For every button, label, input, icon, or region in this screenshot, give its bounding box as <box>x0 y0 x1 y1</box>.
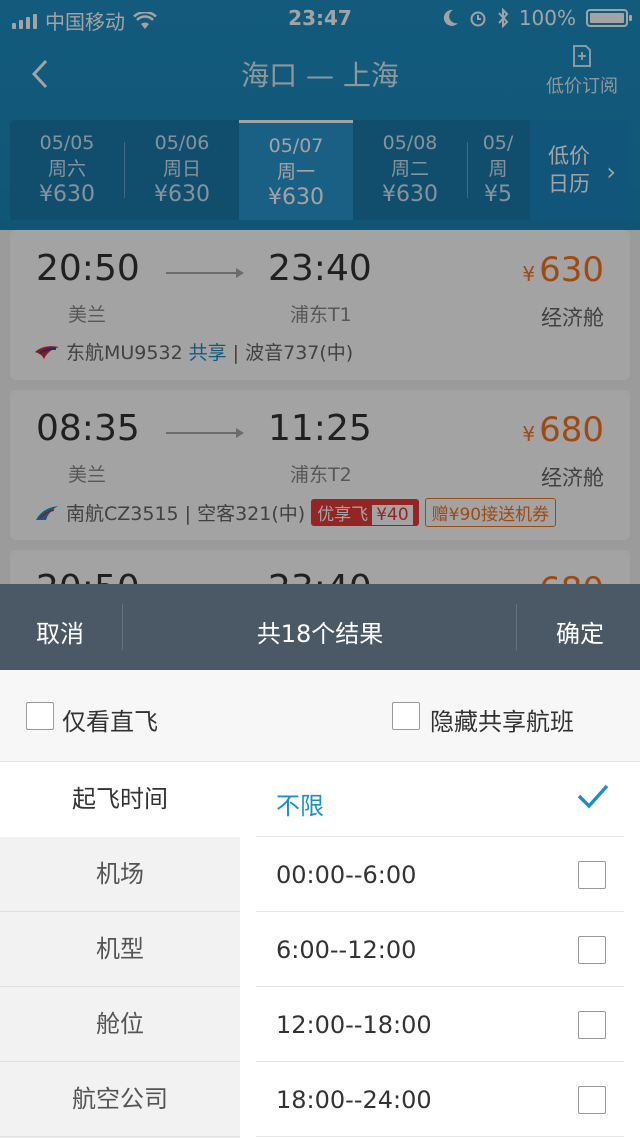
option-checkbox[interactable] <box>578 861 606 889</box>
option-checkbox[interactable] <box>578 936 606 964</box>
option-checkbox[interactable] <box>578 1011 606 1039</box>
time-option-list: 不限 00:00--6:00 6:00--12:00 12:00--18:00 … <box>240 762 640 1138</box>
option-label: 12:00--18:00 <box>276 1011 432 1039</box>
option-label: 不限 <box>276 792 324 820</box>
category-cabin[interactable]: 舱位 <box>0 987 240 1062</box>
filter-options: 仅看直飞 隐藏共享航班 <box>0 670 640 762</box>
time-option[interactable]: 00:00--6:00 <box>256 837 624 912</box>
time-option[interactable]: 18:00--24:00 <box>256 1062 624 1137</box>
checkmark-icon <box>577 784 609 809</box>
divider <box>516 604 517 650</box>
modal-overlay[interactable] <box>0 0 640 584</box>
option-label: 18:00--24:00 <box>276 1086 432 1114</box>
option-label: 6:00--12:00 <box>276 936 417 964</box>
filter-category-list: 起飞时间 机场 机型 舱位 航空公司 <box>0 762 240 1138</box>
hide-codeshare-label[interactable]: 隐藏共享航班 <box>430 702 574 737</box>
option-label: 00:00--6:00 <box>276 861 417 889</box>
category-aircraft[interactable]: 机型 <box>0 912 240 987</box>
confirm-button[interactable]: 确定 <box>556 614 604 649</box>
result-count: 共18个结果 <box>256 620 384 648</box>
time-option[interactable]: 6:00--12:00 <box>256 912 624 987</box>
category-airline[interactable]: 航空公司 <box>0 1062 240 1137</box>
direct-only-checkbox[interactable] <box>26 702 54 730</box>
category-airport[interactable]: 机场 <box>0 837 240 912</box>
hide-codeshare-checkbox[interactable] <box>392 702 420 730</box>
direct-only-label[interactable]: 仅看直飞 <box>62 702 158 737</box>
option-checkbox[interactable] <box>578 1086 606 1114</box>
time-option[interactable]: 12:00--18:00 <box>256 987 624 1062</box>
time-option-any[interactable]: 不限 <box>256 762 624 837</box>
category-departure-time[interactable]: 起飞时间 <box>0 762 240 837</box>
filter-sheet-header: 取消 共18个结果 确定 <box>0 584 640 670</box>
